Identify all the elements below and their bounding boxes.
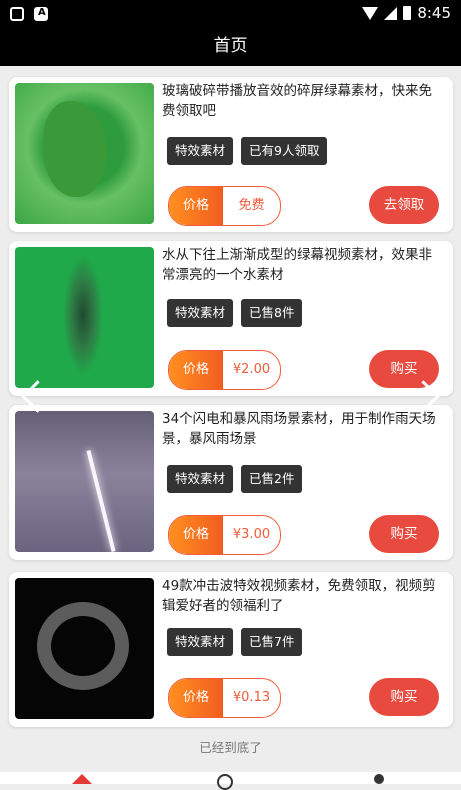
buy-button[interactable]: 购买: [369, 678, 439, 716]
price-label: 价格: [169, 187, 223, 225]
page-title: 首页: [0, 30, 461, 66]
product-thumbnail[interactable]: [15, 411, 154, 552]
price-box: 价格 免费: [168, 186, 281, 226]
buy-button[interactable]: 购买: [369, 515, 439, 553]
search-icon[interactable]: [217, 774, 233, 790]
price-label: 价格: [169, 516, 223, 554]
product-tag: 特效素材: [167, 465, 234, 493]
product-title[interactable]: 34个闪电和暴风雨场景素材，用于制作雨天场景，暴风雨场景: [162, 409, 444, 449]
claim-button[interactable]: 去领取: [369, 186, 439, 224]
previous-arrow-icon[interactable]: [18, 376, 52, 418]
wifi-icon: [362, 6, 379, 20]
price-box: 价格 ¥0.13: [168, 678, 281, 718]
price-label: 价格: [169, 351, 223, 389]
product-card[interactable]: 水从下往上渐渐成型的绿幕视频素材，效果非常漂亮的一个水素材 特效素材 已售8件 …: [9, 241, 453, 396]
product-tag: 特效素材: [167, 628, 234, 656]
product-tag: 特效素材: [167, 299, 234, 327]
status-left: [10, 7, 48, 21]
status-right: 8:45: [362, 4, 451, 22]
product-thumbnail[interactable]: [15, 83, 154, 224]
price-value: ¥2.00: [232, 362, 271, 377]
product-sales-tag: 已售2件: [241, 465, 303, 493]
product-title[interactable]: 玻璃破碎带播放音效的碎屏绿幕素材，快来免费领取吧: [162, 81, 444, 121]
battery-icon: [403, 6, 412, 20]
price-value: ¥3.00: [232, 527, 271, 542]
price-value: ¥0.13: [232, 690, 271, 705]
product-card[interactable]: 玻璃破碎带播放音效的碎屏绿幕素材，快来免费领取吧 特效素材 已有9人领取 价格 …: [9, 77, 453, 232]
status-bar: 8:45: [0, 0, 461, 30]
app-notification-icon: [34, 7, 48, 21]
notification-icon: [10, 7, 24, 21]
status-time: 8:45: [417, 4, 451, 22]
home-icon[interactable]: [72, 774, 92, 784]
end-of-list-text: 已经到底了: [199, 740, 262, 755]
product-title[interactable]: 49款冲击波特效视频素材，免费领取，视频剪辑爱好者的领福利了: [162, 576, 444, 616]
user-icon[interactable]: [374, 774, 384, 784]
price-label: 价格: [169, 679, 223, 717]
product-sales-tag: 已售8件: [241, 299, 303, 327]
next-arrow-icon[interactable]: [410, 376, 444, 418]
price-box: 价格 ¥3.00: [168, 515, 281, 555]
product-tag: 特效素材: [167, 137, 234, 165]
product-card[interactable]: 34个闪电和暴风雨场景素材，用于制作雨天场景，暴风雨场景 特效素材 已售2件 价…: [9, 405, 453, 560]
product-sales-tag: 已有9人领取: [241, 137, 328, 165]
product-card[interactable]: 49款冲击波特效视频素材，免费领取，视频剪辑爱好者的领福利了 特效素材 已售7件…: [9, 572, 453, 727]
price-box: 价格 ¥2.00: [168, 350, 281, 390]
product-title[interactable]: 水从下往上渐渐成型的绿幕视频素材，效果非常漂亮的一个水素材: [162, 245, 444, 285]
product-sales-tag: 已售7件: [241, 628, 303, 656]
price-value: 免费: [238, 198, 265, 213]
signal-icon: [384, 6, 398, 20]
product-thumbnail[interactable]: [15, 247, 154, 388]
product-thumbnail[interactable]: [15, 578, 154, 719]
